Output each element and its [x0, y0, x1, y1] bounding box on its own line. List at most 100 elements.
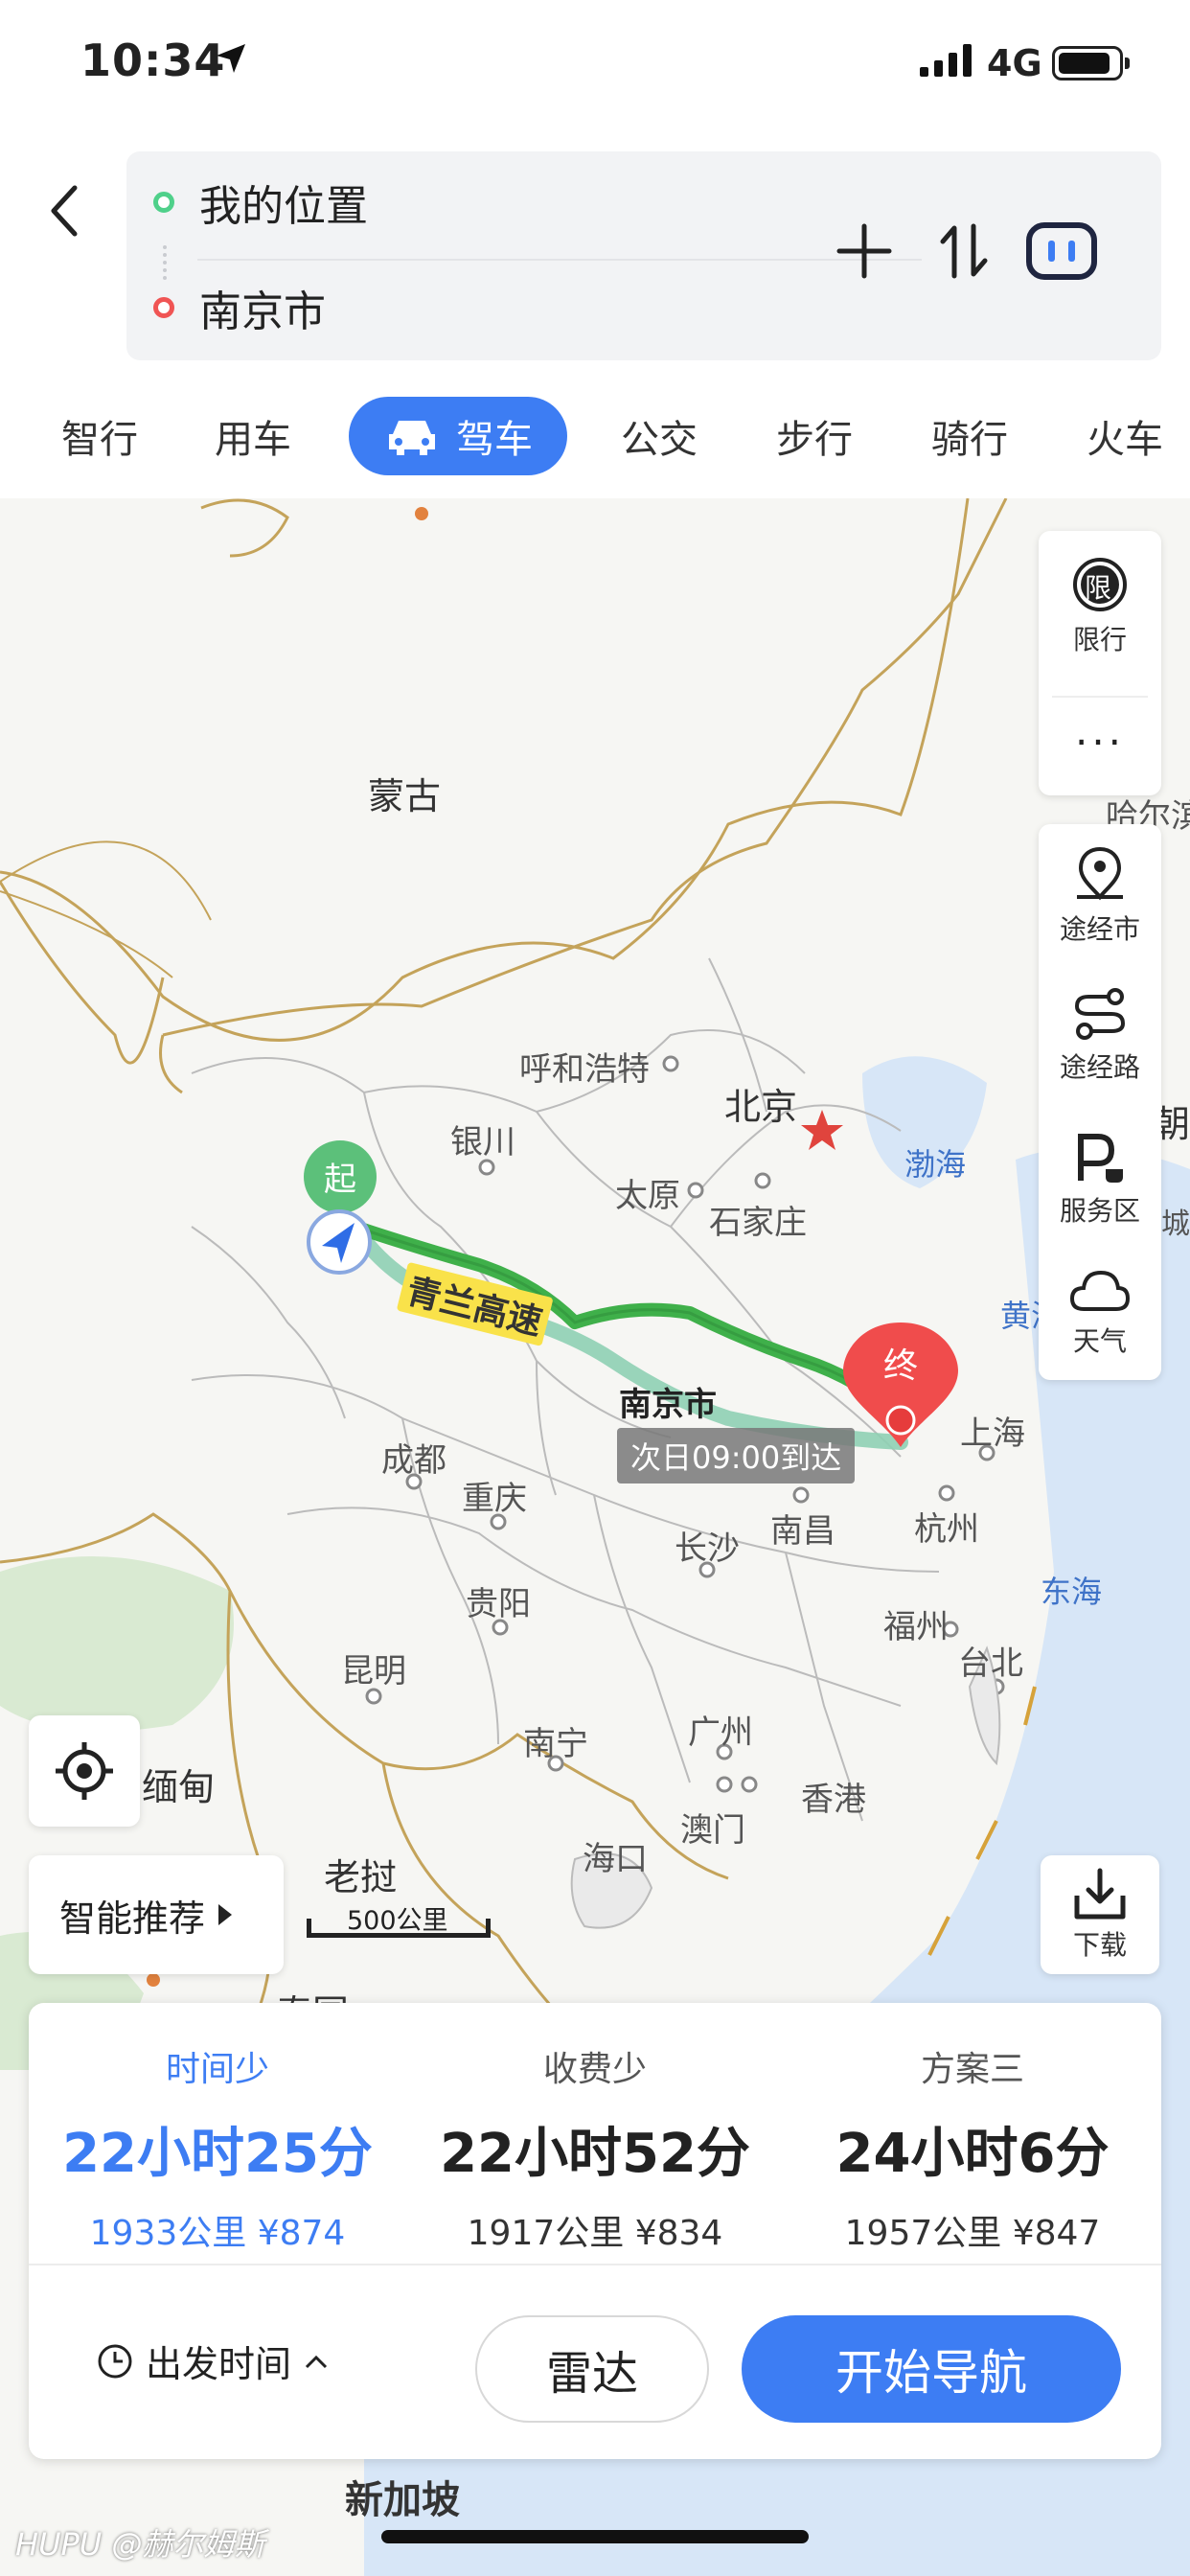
plan-title: 时间少 [165, 2050, 269, 2089]
weather-button[interactable]: 天气 [1039, 1267, 1161, 1359]
arrival-time-label: 次日09:00到达 [617, 1428, 856, 1484]
map-label-nanchang: 南昌 [770, 1512, 835, 1551]
swap-route-button[interactable] [926, 213, 1002, 289]
tab-driving-label: 驾车 [456, 418, 533, 462]
route-divider [197, 259, 922, 261]
map-label-east-sea: 东海 [1041, 1574, 1103, 1610]
service-area-icon [1078, 1134, 1123, 1183]
map-label-shijiazhuang: 石家庄 [709, 1204, 807, 1242]
tab-bike[interactable]: 骑行 [931, 397, 1008, 475]
sheet-divider [29, 2264, 1161, 2266]
tab-train[interactable]: 火车 [1087, 397, 1163, 475]
map-tools-panel: 限 限行 ··· [1039, 531, 1161, 795]
map-label-mongolia: 蒙古 [368, 775, 442, 817]
cloud-icon [1069, 1270, 1131, 1311]
departure-time-button[interactable]: 出发时间 [96, 2334, 330, 2387]
map-label-guiyang: 贵阳 [466, 1585, 531, 1623]
map-scale: 500公里 [307, 1899, 491, 1938]
map-label-changsha: 长沙 [675, 1530, 740, 1568]
clock-icon [98, 2344, 132, 2378]
route-options-panel: 途经市 途经路 服务区 天气 [1039, 824, 1161, 1380]
origin-text: 我的位置 [199, 182, 368, 231]
map-label-chongqing: 重庆 [462, 1480, 527, 1518]
tab-car-hailing[interactable]: 用车 [215, 397, 291, 475]
plan-option-2[interactable]: 收费少 22小时52分 1917公里 ¥834 [406, 2041, 784, 2255]
destination-field[interactable]: 南京市 [153, 264, 326, 351]
via-road-label: 途经路 [1059, 1051, 1140, 1083]
map-label-chengdu: 成都 [381, 1441, 446, 1480]
restriction-label: 限行 [1072, 624, 1127, 656]
origin-dot-icon [153, 192, 174, 213]
origin-field[interactable]: 我的位置 [153, 159, 368, 245]
download-icon [1074, 1868, 1126, 1920]
map-label-taipei: 台北 [958, 1644, 1023, 1683]
add-waypoint-button[interactable] [826, 213, 903, 289]
voice-assistant-button[interactable] [1023, 213, 1100, 289]
destination-dot-icon [153, 297, 174, 318]
plan-option-1[interactable]: 时间少 22小时25分 1933公里 ¥874 [29, 2041, 406, 2255]
chevron-up-icon [305, 2355, 328, 2368]
assistant-icon [1026, 222, 1097, 280]
map-label-yinchuan: 银川 [450, 1123, 515, 1162]
more-options-button[interactable]: ··· [1039, 719, 1161, 766]
map-label-beijing: 北京 [724, 1086, 798, 1128]
tab-bus[interactable]: 公交 [621, 397, 698, 475]
watermark: HUPU @赫尔姆斯 [15, 2526, 265, 2563]
map-label-kunming: 昆明 [341, 1652, 406, 1690]
via-road-button[interactable]: 途经路 [1039, 987, 1161, 1085]
smart-recommend-button[interactable]: 智能推荐 [29, 1855, 284, 1974]
departure-time-label: 出发时间 [146, 2343, 292, 2385]
location-arrow-icon [217, 44, 245, 73]
status-time: 10:34 [80, 34, 226, 86]
map-label-nanjing: 南京市 [619, 1386, 717, 1424]
map-label-bohai: 渤海 [904, 1146, 967, 1183]
map-label-hongkong: 香港 [801, 1781, 866, 1819]
download-label: 下载 [1072, 1929, 1127, 1961]
car-icon [389, 421, 435, 455]
crosshair-icon [56, 1742, 113, 1800]
radar-button[interactable]: 雷达 [475, 2315, 709, 2423]
tab-driving[interactable]: 驾车 [349, 397, 567, 475]
via-road-icon [1074, 988, 1126, 1040]
map-label-hangzhou: 杭州 [914, 1510, 979, 1549]
tab-walk[interactable]: 步行 [776, 397, 853, 475]
status-bar: 10:34 4G [0, 0, 1190, 125]
end-marker-label: 终 [883, 1346, 919, 1386]
download-map-button[interactable]: 下载 [1041, 1855, 1159, 1974]
swap-icon [940, 223, 988, 279]
plan-title: 方案三 [920, 2050, 1024, 2089]
chevron-left-icon [51, 185, 78, 237]
plan-option-3[interactable]: 方案三 24小时6分 1957公里 ¥847 [784, 2041, 1161, 2255]
route-input-box: 我的位置 南京市 [126, 151, 1161, 360]
plan-distance-cost: 1957公里 ¥847 [844, 2214, 1101, 2253]
map-label-macau: 澳门 [680, 1811, 745, 1850]
map-label-myanmar: 缅甸 [142, 1766, 216, 1808]
via-city-button[interactable]: 途经市 [1039, 845, 1161, 947]
destination-text: 南京市 [199, 288, 326, 336]
locate-me-button[interactable] [29, 1715, 140, 1827]
map-label-shanghai: 上海 [960, 1414, 1025, 1453]
back-button[interactable] [36, 172, 94, 249]
traffic-restriction-button[interactable]: 限 限行 [1039, 556, 1161, 657]
service-area-button[interactable]: 服务区 [1039, 1131, 1161, 1229]
route-header: 我的位置 南京市 [0, 125, 1190, 374]
restriction-badge: 限 [1085, 572, 1112, 604]
plus-icon [836, 223, 892, 279]
tab-smart[interactable]: 智行 [61, 397, 138, 475]
home-indicator[interactable] [381, 2530, 809, 2543]
map-label-singapore: 新加坡 [345, 2478, 460, 2522]
service-area-label: 服务区 [1059, 1195, 1140, 1227]
triangle-right-icon [218, 1904, 233, 1925]
signal-icon [920, 44, 972, 77]
plan-duration: 22小时52分 [440, 2123, 750, 2185]
plan-distance-cost: 1933公里 ¥874 [89, 2214, 346, 2253]
battery-icon [1052, 46, 1130, 80]
map-label-fuzhou: 福州 [883, 1608, 949, 1646]
map-label-laos: 老挝 [324, 1856, 398, 1898]
smart-recommend-label: 智能推荐 [59, 1897, 206, 1940]
start-navigation-button[interactable]: 开始导航 [742, 2315, 1121, 2423]
plan-title: 收费少 [542, 2050, 647, 2089]
weather-label: 天气 [1072, 1325, 1127, 1357]
via-city-label: 途经市 [1059, 913, 1140, 945]
panel-divider [1052, 696, 1148, 698]
